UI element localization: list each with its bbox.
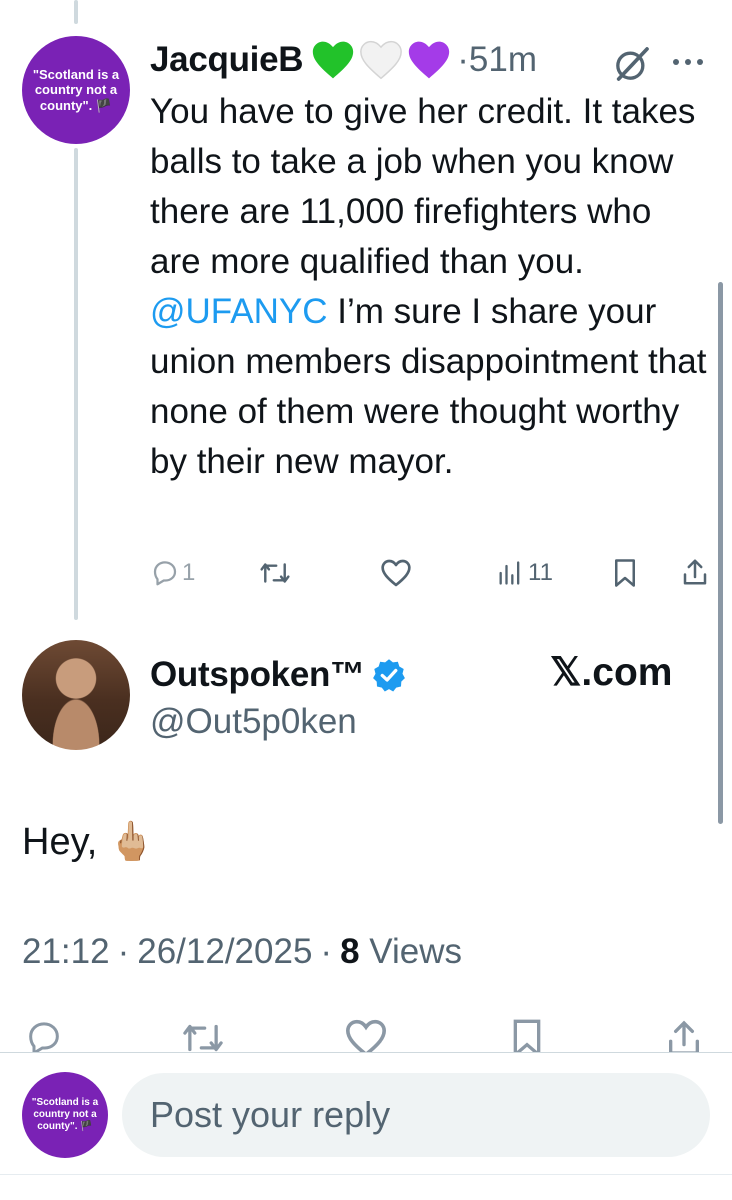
composer-avatar: "Scotland is a country not a county". 🏴 xyxy=(22,1072,108,1158)
main-tweet-header: Outspoken™ xyxy=(150,652,407,698)
site-badge: 𝕏.com xyxy=(550,651,673,694)
display-name[interactable]: Outspoken™ xyxy=(150,655,365,695)
handle[interactable]: @Out5p0ken xyxy=(150,702,357,742)
tweet-meta: 21:12 · 26/12/2025 · 8 Views xyxy=(22,932,462,972)
avatar-text: "Scotland is a country not a county". 🏴 xyxy=(31,1097,99,1132)
reply-tweet-header: JacquieB · 51m xyxy=(150,36,537,84)
separator-dot: · xyxy=(117,932,130,971)
views-button[interactable]: 11 xyxy=(496,558,553,588)
more-icon[interactable] xyxy=(668,50,708,74)
retweet-icon[interactable] xyxy=(180,1018,226,1052)
purple-heart-icon xyxy=(409,41,450,79)
thread-line-top xyxy=(74,0,78,24)
views-stat[interactable]: 8 Views xyxy=(340,932,462,972)
share-button[interactable] xyxy=(680,556,710,588)
views-count: 8 xyxy=(340,932,360,971)
time-ago[interactable]: 51m xyxy=(469,40,537,80)
avatar[interactable]: "Scotland is a country not a county". 🏴 xyxy=(22,36,130,144)
avatar[interactable] xyxy=(22,640,130,750)
bottom-divider xyxy=(0,1174,732,1175)
reply-placeholder: Post your reply xyxy=(150,1094,391,1135)
reply-icon[interactable] xyxy=(24,1018,64,1052)
views-label: Views xyxy=(369,932,463,971)
thread-line-bottom xyxy=(74,148,78,620)
bookmark-button[interactable] xyxy=(612,558,638,588)
bookmark-icon xyxy=(615,559,635,587)
mention-link[interactable]: @UFANYC xyxy=(150,292,328,331)
reply-input[interactable]: Post your reply xyxy=(122,1073,710,1157)
reply-icon xyxy=(153,561,177,586)
heart-badges xyxy=(311,39,451,81)
views-count: 11 xyxy=(528,559,553,586)
main-tweet-actions xyxy=(0,1014,732,1052)
tweet-date: 26/12/2025 xyxy=(137,932,313,971)
views-icon xyxy=(499,561,520,585)
share-icon[interactable] xyxy=(664,1018,704,1052)
share-icon xyxy=(683,559,707,585)
green-heart-icon xyxy=(313,41,354,79)
bookmark-icon[interactable] xyxy=(510,1018,544,1052)
separator-dot: · xyxy=(457,40,469,79)
scrollbar[interactable] xyxy=(718,282,723,824)
verified-badge-icon xyxy=(372,659,405,692)
reply-count: 1 xyxy=(182,559,196,586)
like-icon[interactable] xyxy=(344,1018,388,1052)
divider xyxy=(0,1052,732,1053)
white-heart-icon xyxy=(360,40,403,80)
grok-icon[interactable] xyxy=(612,44,652,84)
tweet-text-part: You have to give her credit. It takes ba… xyxy=(150,92,696,281)
reply-button[interactable]: 1 xyxy=(150,558,195,588)
main-tweet-text: Hey, 🖕🏼 xyxy=(22,821,156,863)
avatar-text: "Scotland is a country not a county". 🏴 xyxy=(32,66,120,113)
retweet-button[interactable] xyxy=(258,558,292,588)
like-button[interactable] xyxy=(380,558,412,588)
like-icon xyxy=(381,559,411,587)
tweet-time: 21:12 xyxy=(22,932,110,971)
tweet-text: You have to give her credit. It takes ba… xyxy=(150,87,710,487)
display-name[interactable]: JacquieB xyxy=(150,40,304,80)
retweet-icon xyxy=(260,563,290,583)
separator-dot: · xyxy=(320,932,333,971)
